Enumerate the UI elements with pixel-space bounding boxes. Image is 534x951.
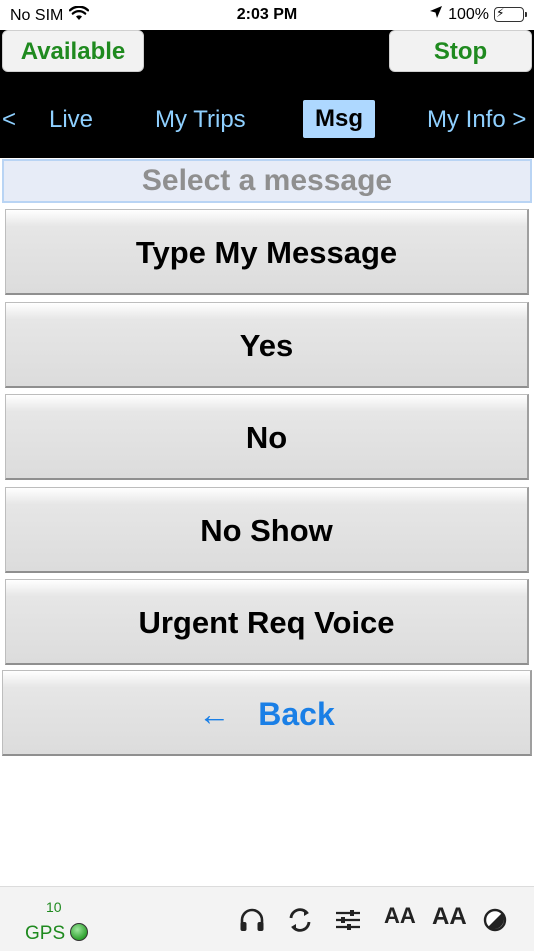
type-my-message-button[interactable]: Type My Message [5,209,529,295]
no-show-button[interactable]: No Show [5,487,529,573]
tab-bar: < Live My Trips Msg My Info > [0,98,534,142]
back-button[interactable]: ← Back [2,670,532,756]
status-bar: No SIM 2:03 PM 100% ⚡ [0,0,534,30]
font-size-small-icon[interactable]: AA [384,903,416,929]
tab-my-trips[interactable]: My Trips [155,98,246,142]
gps-satellite-count: 10 [46,899,62,915]
gps-label: GPS [25,923,66,944]
urgent-req-voice-button[interactable]: Urgent Req Voice [5,579,529,665]
stop-button[interactable]: Stop [389,30,532,72]
back-label: Back [258,696,335,732]
tab-msg[interactable]: Msg [303,100,375,138]
font-size-large-icon[interactable]: AA [432,903,467,931]
status-right: 100% ⚡ [429,5,527,24]
headphones-icon[interactable] [237,905,267,935]
available-button[interactable]: Available [2,30,144,72]
gps-status-indicator [70,923,88,941]
contrast-icon[interactable] [480,905,510,935]
yes-button[interactable]: Yes [5,302,529,388]
sync-icon[interactable] [285,905,315,935]
page-title: Select a message [2,159,532,203]
battery-icon: ⚡ [494,6,527,22]
tab-my-info[interactable]: My Info > [427,98,526,142]
no-button[interactable]: No [5,394,529,480]
footer-toolbar: 10 GPS AA AA [0,886,534,951]
sliders-icon[interactable] [333,905,363,935]
arrow-left-icon: ← [198,696,231,732]
location-arrow-icon [429,5,443,24]
header: Available Stop < Live My Trips Msg My In… [0,30,534,158]
battery-percent: 100% [448,5,489,23]
tab-live[interactable]: Live [49,98,93,142]
tab-prev-arrow[interactable]: < [2,98,16,142]
